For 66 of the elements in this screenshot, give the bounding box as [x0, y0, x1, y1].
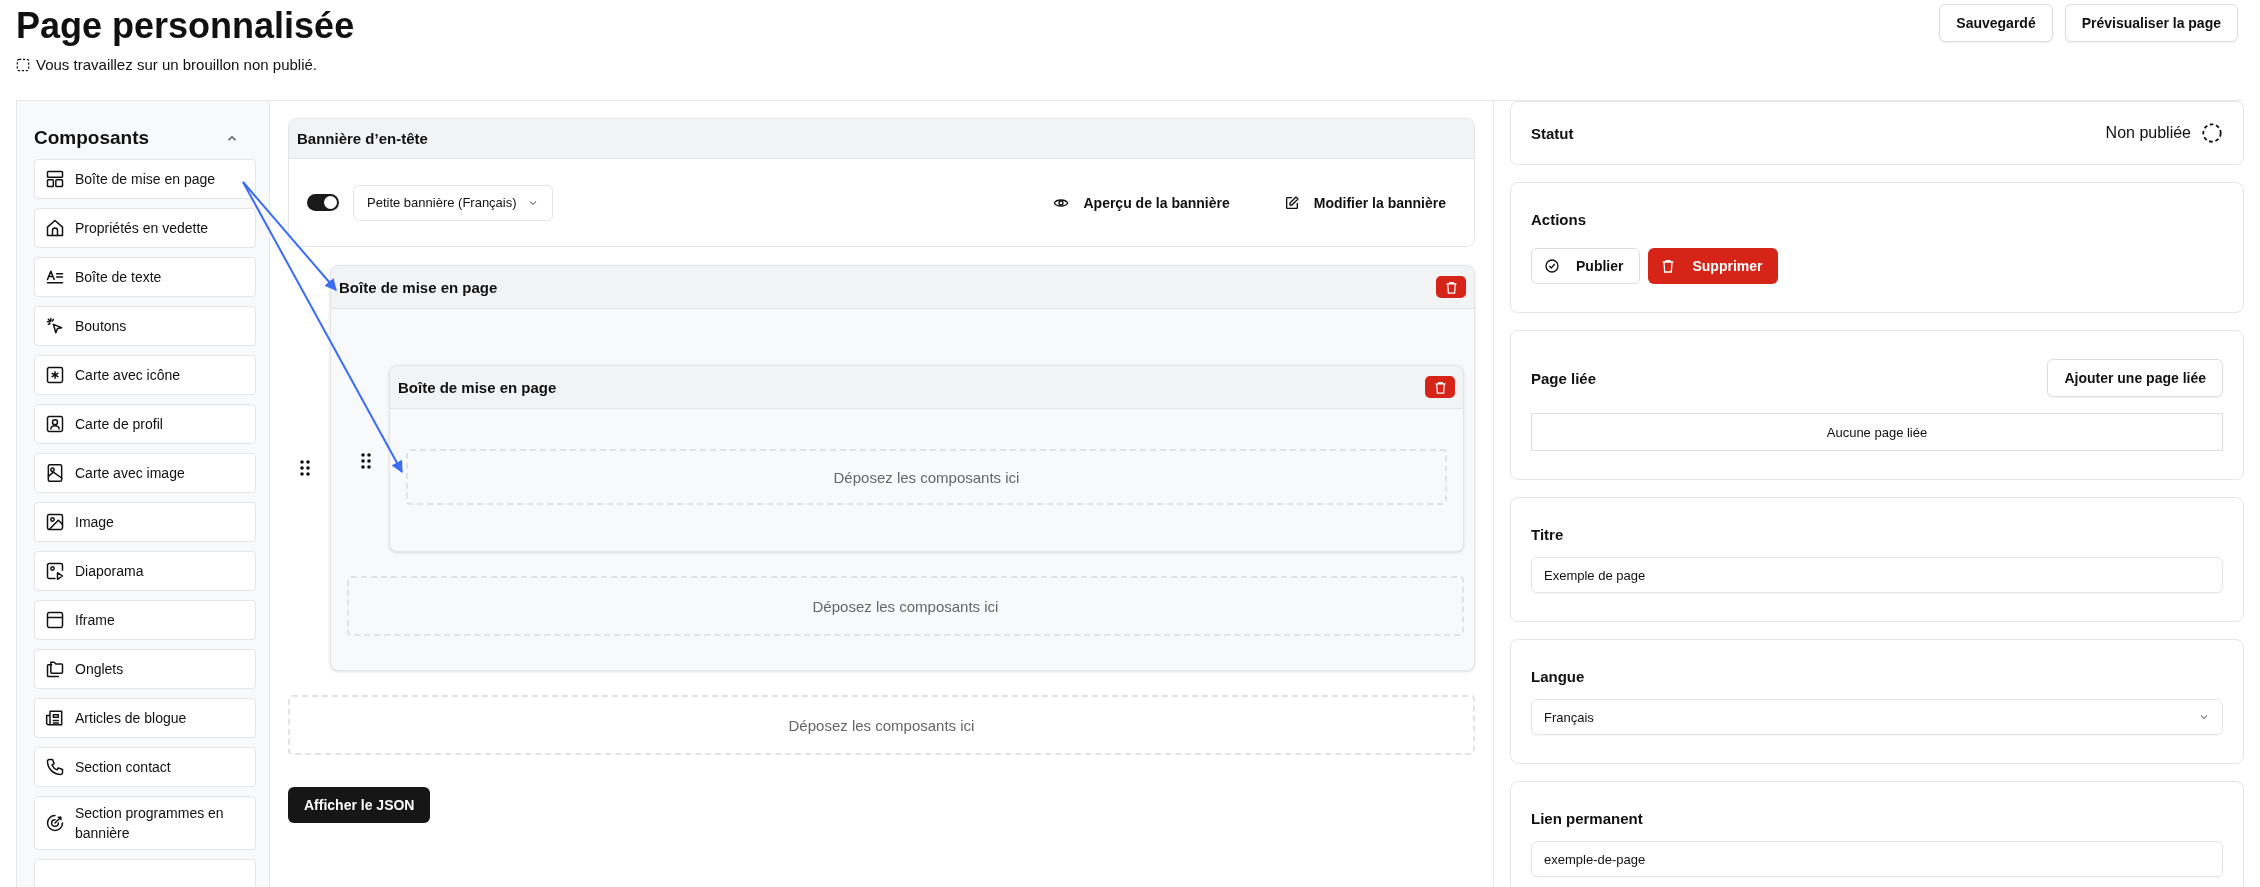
- field-label: Lien permanent: [1531, 810, 1644, 827]
- component-item[interactable]: Onglets: [34, 649, 256, 689]
- card-header: Boîte de mise en page: [390, 366, 1463, 409]
- field-label: Titre: [1531, 526, 1565, 543]
- component-item[interactable]: Articles de blogue: [34, 698, 256, 738]
- components-heading: Composants: [34, 127, 150, 149]
- add-linked-page-button[interactable]: Ajouter une page liée: [2047, 359, 2223, 397]
- component-icon: [45, 267, 65, 287]
- component-icon: [45, 169, 65, 189]
- dashed-circle-icon: [2201, 122, 2223, 144]
- component-item[interactable]: Carte avec icône: [34, 355, 256, 395]
- drag-handle-icon[interactable]: [300, 460, 310, 476]
- draft-notice: Vous travaillez sur un brouillon non publié.: [36, 56, 317, 73]
- component-icon: [45, 512, 65, 532]
- publish-button[interactable]: Publier: [1531, 248, 1641, 284]
- page-title: Page personnalisée: [16, 4, 355, 48]
- component-item[interactable]: Carte de profil: [34, 404, 256, 444]
- toggle-switch[interactable]: [307, 194, 339, 211]
- header-button[interactable]: Sauvegardé: [1939, 4, 2053, 42]
- drag-handle-icon[interactable]: [361, 453, 371, 469]
- check-circle-icon: [1544, 258, 1560, 274]
- card-header: Boîte de mise en page: [331, 266, 1474, 309]
- show-json-button[interactable]: Afficher le JSON: [288, 787, 431, 823]
- component-item[interactable]: Boîte de mise en page: [34, 159, 256, 199]
- empty-state: Aucune page liée: [1531, 413, 2223, 451]
- component-icon: [45, 757, 65, 777]
- edit-icon: [1283, 194, 1300, 211]
- component-icon: [45, 813, 65, 833]
- card-title: Statut: [1531, 124, 1574, 142]
- language-select[interactable]: Français: [1531, 699, 2223, 735]
- component-icon: [45, 463, 65, 483]
- banner-select[interactable]: Petite bannière (Français): [353, 184, 553, 221]
- component-icon: [45, 365, 65, 385]
- field-label: Langue: [1531, 668, 1586, 685]
- card-title: Actions: [1531, 211, 1587, 228]
- component-item[interactable]: Image: [34, 502, 256, 542]
- delete-button[interactable]: [1425, 376, 1455, 398]
- component-item[interactable]: Boutons: [34, 306, 256, 346]
- component-icon: [45, 659, 65, 679]
- component-item[interactable]: Boîte de texte: [34, 257, 256, 297]
- title-field[interactable]: Exemple de page: [1531, 557, 2223, 593]
- card-header: Bannière d’en-tête: [289, 119, 1474, 159]
- dashed-square-icon: [16, 57, 30, 72]
- status-text: Non publiée: [2105, 124, 2191, 142]
- component-item[interactable]: Carte avec image: [34, 453, 256, 493]
- delete-button[interactable]: Supprimer: [1648, 248, 1779, 284]
- component-icon: [45, 610, 65, 630]
- banner-action-button[interactable]: Modifier la bannière: [1273, 188, 1456, 217]
- component-icon: [45, 708, 65, 728]
- drop-zone[interactable]: Déposez les composants ici: [406, 449, 1447, 505]
- header-button[interactable]: Prévisualiser la page: [2064, 4, 2238, 42]
- component-icon: [45, 561, 65, 581]
- component-item[interactable]: Section contact: [34, 747, 256, 787]
- component-item[interactable]: Diaporama: [34, 551, 256, 591]
- delete-button[interactable]: [1436, 276, 1466, 298]
- component-item[interactable]: Iframe: [34, 600, 256, 640]
- component-item[interactable]: Section programmes en bannière: [34, 796, 256, 850]
- card-title: Page liée: [1531, 369, 1597, 387]
- component-icon: [45, 316, 65, 336]
- component-icon: [45, 218, 65, 238]
- component-item[interactable]: Propriétés en vedette: [34, 208, 256, 248]
- permalink-field[interactable]: exemple-de-page: [1531, 841, 2223, 877]
- drop-zone[interactable]: Déposez les composants ici: [347, 576, 1464, 636]
- component-icon: [45, 414, 65, 434]
- banner-action-button[interactable]: Aperçu de la bannière: [1043, 188, 1240, 217]
- drop-zone[interactable]: Déposez les composants ici: [288, 695, 1475, 755]
